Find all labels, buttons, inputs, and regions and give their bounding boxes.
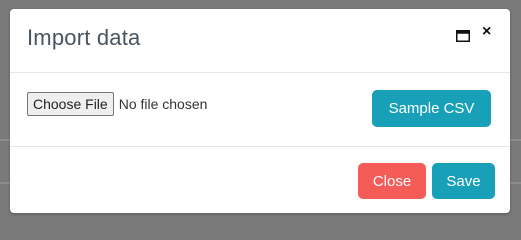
modal-footer: Close Save [10, 147, 510, 213]
import-data-modal: Import data × Choose File No file chosen… [10, 9, 510, 213]
file-input[interactable]: Choose File No file chosen [27, 92, 207, 116]
modal-body: Choose File No file chosen Sample CSV [10, 73, 510, 147]
save-button[interactable]: Save [432, 163, 495, 199]
close-button[interactable]: Close [358, 163, 426, 199]
modal-title: Import data [27, 25, 141, 50]
choose-file-button[interactable]: Choose File [27, 92, 114, 116]
close-icon[interactable]: × [482, 24, 491, 40]
file-status-text: No file chosen [118, 96, 208, 112]
modal-header: Import data × [10, 9, 510, 73]
maximize-icon[interactable] [456, 29, 470, 42]
sample-csv-button[interactable]: Sample CSV [372, 90, 491, 127]
